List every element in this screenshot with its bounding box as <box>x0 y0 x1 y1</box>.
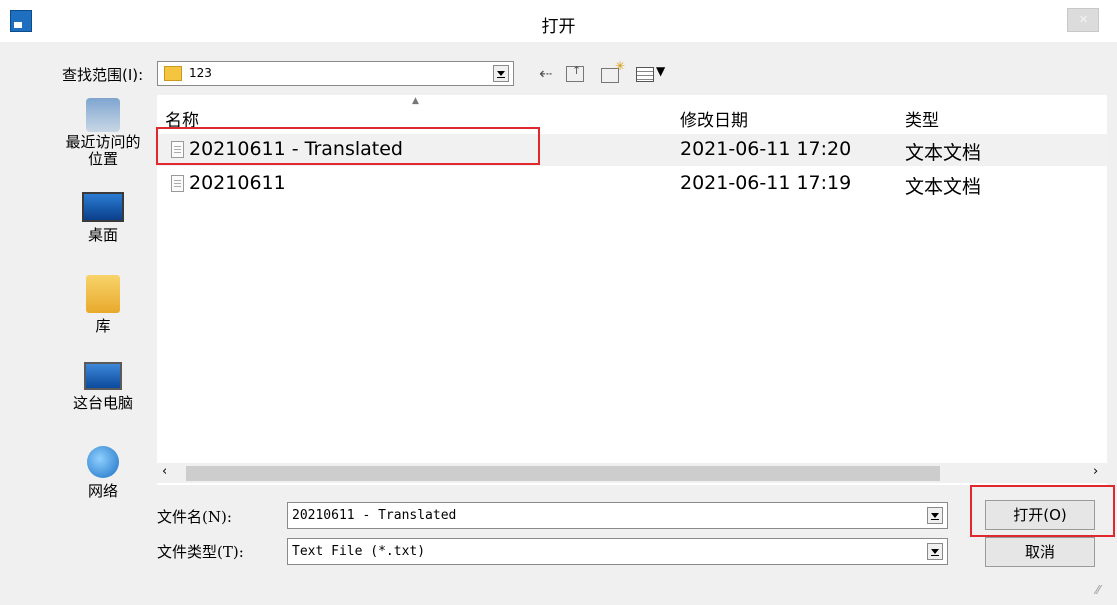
desktop-icon <box>82 192 124 222</box>
column-header-modified[interactable]: 修改日期 <box>680 106 748 131</box>
place-computer[interactable]: 这台电脑 <box>53 362 153 413</box>
filename-field[interactable]: 20210611 - Translated <box>287 502 948 529</box>
column-header-type[interactable]: 类型 <box>905 106 939 131</box>
sort-ascending-icon: ▲ <box>412 96 419 106</box>
highlight-box-filename <box>156 127 540 165</box>
filetype-value: Text File (*.txt) <box>292 544 426 559</box>
filetype-dropdown[interactable]: Text File (*.txt) <box>287 538 948 565</box>
folder-icon <box>164 66 182 81</box>
place-label: 库 <box>95 317 111 335</box>
dialog-title: 打开 <box>541 17 576 37</box>
view-menu-icon[interactable] <box>636 67 654 82</box>
filename-value: 20210611 - Translated <box>292 508 457 523</box>
look-in-value: 123 <box>189 66 212 80</box>
place-desktop[interactable]: 桌面 <box>53 192 153 245</box>
scroll-right-icon[interactable]: › <box>1093 464 1098 479</box>
file-type: 文本文档 <box>905 142 982 164</box>
chevron-down-icon[interactable] <box>493 65 509 82</box>
highlight-box-open <box>970 485 1115 537</box>
file-modified: 2021-06-11 17:20 <box>680 138 852 160</box>
place-label: 网络 <box>87 482 118 500</box>
libraries-icon <box>86 275 120 313</box>
place-label: 桌面 <box>87 226 118 244</box>
computer-icon <box>84 362 122 390</box>
file-modified: 2021-06-11 17:19 <box>680 172 852 194</box>
chevron-down-icon[interactable] <box>927 543 943 560</box>
back-arrow-icon[interactable]: ⇠ <box>539 64 552 83</box>
file-row[interactable]: 20210611 2021-06-11 17:19 文本文档 <box>165 170 1095 200</box>
scroll-left-icon[interactable]: ‹ <box>162 464 167 479</box>
place-label: 这台电脑 <box>72 394 133 412</box>
sparkle-icon: ✳ <box>615 59 626 73</box>
close-icon: ✕ <box>1079 13 1089 26</box>
place-label: 最近访问的位置 <box>65 133 141 168</box>
file-type: 文本文档 <box>905 176 982 198</box>
look-in-dropdown[interactable]: 123 <box>157 61 514 86</box>
file-name: 20210611 <box>189 172 286 194</box>
place-libraries[interactable]: 库 <box>53 275 153 336</box>
close-button[interactable]: ✕ <box>1067 8 1099 32</box>
network-icon <box>87 446 119 478</box>
up-arrow-glyph: ↑ <box>572 64 582 77</box>
place-recent[interactable]: 最近访问的位置 <box>53 98 153 168</box>
text-file-icon <box>171 175 184 192</box>
scrollbar-thumb[interactable] <box>186 466 940 481</box>
recent-places-icon <box>86 98 120 132</box>
resize-grip-icon[interactable]: ⁄⁄ <box>1096 583 1100 597</box>
place-network[interactable]: 网络 <box>53 446 153 501</box>
look-in-label: 查找范围(I): <box>62 66 144 84</box>
chevron-down-icon[interactable]: ▼ <box>656 64 665 78</box>
filename-label: 文件名(N): <box>157 508 232 526</box>
cancel-button[interactable]: 取消 <box>985 537 1095 567</box>
filetype-label: 文件类型(T): <box>157 543 244 561</box>
chevron-down-icon[interactable] <box>927 507 943 524</box>
